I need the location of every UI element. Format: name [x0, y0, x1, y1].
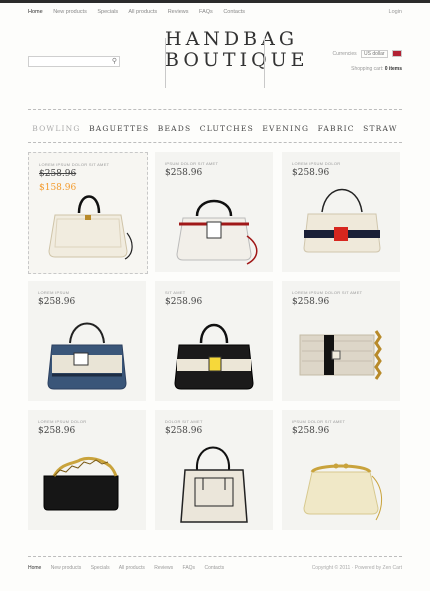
- product-price: $258.96: [292, 426, 330, 436]
- product-image[interactable]: [34, 303, 140, 399]
- top-nav-specials[interactable]: Specials: [97, 9, 118, 15]
- logo-line-1: HANDBAG: [165, 28, 299, 50]
- menu-clutches[interactable]: CLUTCHES: [200, 124, 254, 133]
- product-name[interactable]: DOLOR SIT AMET: [165, 419, 203, 424]
- logo-left-rule: [165, 38, 166, 88]
- divider: [28, 142, 402, 143]
- login-link[interactable]: Login: [389, 9, 402, 15]
- menu-baguettes[interactable]: BAGUETTES: [89, 124, 149, 133]
- top-nav-reviews[interactable]: Reviews: [168, 9, 189, 15]
- product-card[interactable]: LOREM IPSUM DOLOR SIT AMET $258.96: [282, 281, 400, 401]
- search-input[interactable]: ⚲: [28, 56, 120, 67]
- product-card[interactable]: IPSUM DOLOR SIT AMET $258.96: [282, 410, 400, 530]
- top-nav-faqs[interactable]: FAQs: [199, 9, 213, 15]
- footer-nav-home[interactable]: Home: [28, 565, 41, 571]
- footer-nav-specials[interactable]: Specials: [91, 565, 110, 571]
- product-price: $258.96: [38, 426, 76, 436]
- product-name[interactable]: LOREM IPSUM: [38, 290, 69, 295]
- product-image[interactable]: [161, 430, 267, 526]
- product-card[interactable]: LOREM IPSUM DOLOR $258.96: [282, 152, 400, 272]
- divider: [28, 109, 402, 110]
- logo-line-2: BOUTIQUE: [165, 49, 309, 71]
- product-name[interactable]: SIT AMET: [165, 290, 186, 295]
- product-image[interactable]: [288, 172, 394, 268]
- product-image[interactable]: [288, 436, 394, 526]
- product-price: $258.96: [292, 297, 330, 307]
- product-card[interactable]: IPSUM DOLOR SIT AMET $258.96: [155, 152, 273, 272]
- footer-nav: Home New products Specials All products …: [28, 565, 232, 571]
- footer-nav-reviews[interactable]: Reviews: [154, 565, 173, 571]
- cart-count: 0 items: [384, 66, 402, 72]
- product-card[interactable]: LOREM IPSUM $258.96: [28, 281, 146, 401]
- logo[interactable]: HANDBAG BOUTIQUE: [165, 28, 309, 90]
- menu-fabric[interactable]: FABRIC: [318, 124, 355, 133]
- currency-label: Currencies: [332, 51, 357, 57]
- product-name[interactable]: LOREM IPSUM DOLOR SIT AMET: [292, 290, 362, 295]
- top-nav-contacts[interactable]: Contacts: [223, 9, 245, 15]
- product-image[interactable]: [34, 436, 140, 526]
- footer-nav-faqs[interactable]: FAQs: [183, 565, 196, 571]
- copyright: Copyright © 2011 · Powered by Zen Cart: [311, 565, 402, 571]
- currency-selector: Currencies US dollar: [332, 50, 402, 58]
- product-name[interactable]: IPSUM DOLOR SIT AMET: [292, 419, 345, 424]
- logo-right-rule: [264, 38, 265, 88]
- top-nav-home[interactable]: Home: [28, 9, 43, 15]
- product-name[interactable]: IPSUM DOLOR SIT AMET: [165, 161, 218, 166]
- product-image[interactable]: [161, 176, 267, 268]
- menu-beads[interactable]: BEADS: [158, 124, 192, 133]
- category-menu: BOWLING BAGUETTES BEADS CLUTCHES EVENING…: [28, 124, 402, 133]
- product-name[interactable]: LOREM IPSUM DOLOR: [38, 419, 86, 424]
- cart-label: Shopping cart:: [351, 66, 384, 72]
- product-image[interactable]: [288, 307, 394, 397]
- top-nav-all-products[interactable]: All products: [128, 9, 157, 15]
- cart-summary[interactable]: Shopping cart: 0 items: [351, 66, 402, 72]
- product-image[interactable]: [161, 303, 267, 399]
- footer-nav-new-products[interactable]: New products: [51, 565, 82, 571]
- footer-nav-all-products[interactable]: All products: [119, 565, 145, 571]
- footer-nav-contacts[interactable]: Contacts: [204, 565, 224, 571]
- product-card[interactable]: SIT AMET $258.96: [155, 281, 273, 401]
- product-name[interactable]: LOREM IPSUM DOLOR SIT AMET: [39, 162, 109, 167]
- top-bar: [0, 0, 430, 3]
- footer-divider: [28, 556, 402, 557]
- menu-bowling[interactable]: BOWLING: [32, 124, 80, 133]
- search-icon[interactable]: ⚲: [112, 57, 117, 66]
- flag-icon[interactable]: [392, 50, 402, 58]
- product-card[interactable]: LOREM IPSUM DOLOR $258.96: [28, 410, 146, 530]
- top-nav: Home New products Specials All products …: [28, 9, 254, 15]
- product-card[interactable]: DOLOR SIT AMET $258.96: [155, 410, 273, 530]
- top-nav-new-products[interactable]: New products: [53, 9, 87, 15]
- product-image[interactable]: [35, 173, 141, 269]
- currency-select[interactable]: US dollar: [361, 50, 388, 58]
- product-card[interactable]: LOREM IPSUM DOLOR SIT AMET $258.96 $158.…: [28, 152, 148, 274]
- menu-straw[interactable]: STRAW: [363, 124, 398, 133]
- menu-evening[interactable]: EVENING: [262, 124, 309, 133]
- product-name[interactable]: LOREM IPSUM DOLOR: [292, 161, 340, 166]
